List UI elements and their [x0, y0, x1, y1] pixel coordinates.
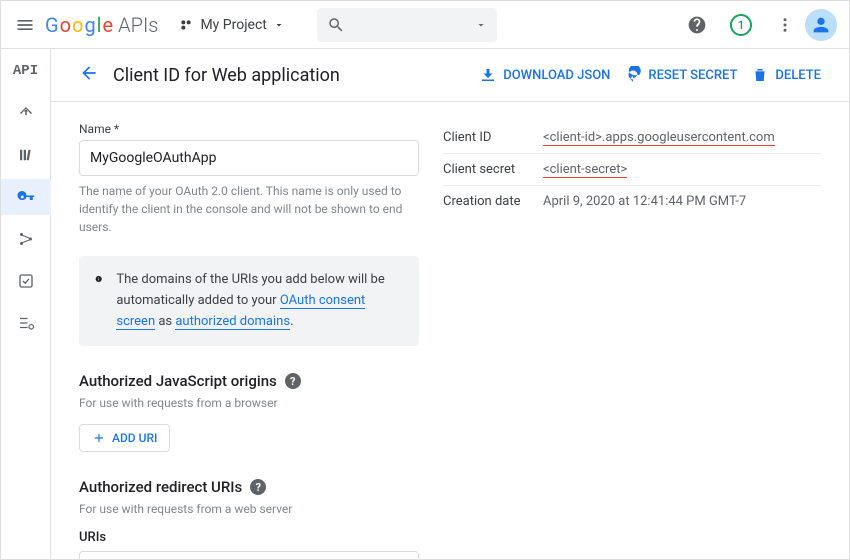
sidebar-brand: API: [13, 63, 38, 79]
topbar: Google APIs My Project 1: [1, 1, 849, 49]
sidebar-item-verification[interactable]: [1, 263, 51, 299]
download-json-button[interactable]: DOWNLOAD JSON: [479, 66, 610, 84]
redirect-uris-sub: For use with requests from a web server: [79, 502, 419, 516]
back-arrow-icon[interactable]: [79, 63, 99, 87]
chevron-down-icon: [273, 19, 285, 31]
menu-icon[interactable]: [13, 13, 37, 37]
sidebar-item-consent[interactable]: [1, 221, 51, 257]
avatar[interactable]: [805, 9, 837, 41]
sidebar-item-dashboard[interactable]: [1, 95, 51, 131]
sidebar-item-credentials[interactable]: [1, 179, 51, 215]
help-icon[interactable]: ?: [250, 479, 266, 495]
name-help: The name of your OAuth 2.0 client. This …: [79, 182, 419, 236]
js-origins-heading: Authorized JavaScript origins ?: [79, 372, 419, 390]
client-id-label: Client ID: [443, 130, 543, 145]
plus-icon: [92, 431, 106, 445]
client-secret-label: Client secret: [443, 162, 543, 177]
project-selector[interactable]: My Project: [178, 17, 284, 33]
reset-secret-button[interactable]: RESET SECRET: [624, 66, 737, 84]
help-icon[interactable]: [685, 13, 709, 37]
chevron-down-icon: [475, 19, 487, 31]
help-icon[interactable]: ?: [285, 373, 301, 389]
creation-date-value: April 9, 2020 at 12:41:44 PM GMT-7: [543, 194, 746, 209]
sidebar: API: [1, 49, 51, 559]
delete-button[interactable]: DELETE: [751, 66, 821, 84]
notifications-icon[interactable]: 1: [729, 13, 753, 37]
google-apis-logo: Google APIs: [45, 13, 158, 37]
js-origins-sub: For use with requests from a browser: [79, 396, 419, 410]
redirect-uris-heading: Authorized redirect URIs ?: [79, 478, 419, 496]
page-title: Client ID for Web application: [113, 65, 465, 86]
info-icon: [95, 270, 102, 288]
search-input[interactable]: [317, 8, 497, 42]
notification-badge: 1: [730, 14, 752, 36]
sidebar-item-library[interactable]: [1, 137, 51, 173]
uris-label: URIs: [79, 530, 419, 545]
more-icon[interactable]: [773, 13, 797, 37]
add-uri-button[interactable]: ADD URI: [79, 424, 170, 452]
info-box: The domains of the URIs you add below wi…: [79, 256, 419, 346]
client-id-value: <client-id>.apps.googleusercontent.com: [543, 130, 775, 146]
project-name: My Project: [200, 17, 266, 33]
search-icon: [327, 16, 345, 34]
name-input[interactable]: [79, 140, 419, 176]
page-header: Client ID for Web application DOWNLOAD J…: [51, 49, 849, 102]
redirect-uri-input[interactable]: [79, 551, 419, 559]
sidebar-item-settings[interactable]: [1, 305, 51, 341]
client-secret-value: <client-secret>: [543, 162, 627, 178]
authorized-domains-link[interactable]: authorized domains: [175, 314, 290, 330]
name-label: Name *: [79, 122, 419, 136]
creation-date-label: Creation date: [443, 194, 543, 209]
